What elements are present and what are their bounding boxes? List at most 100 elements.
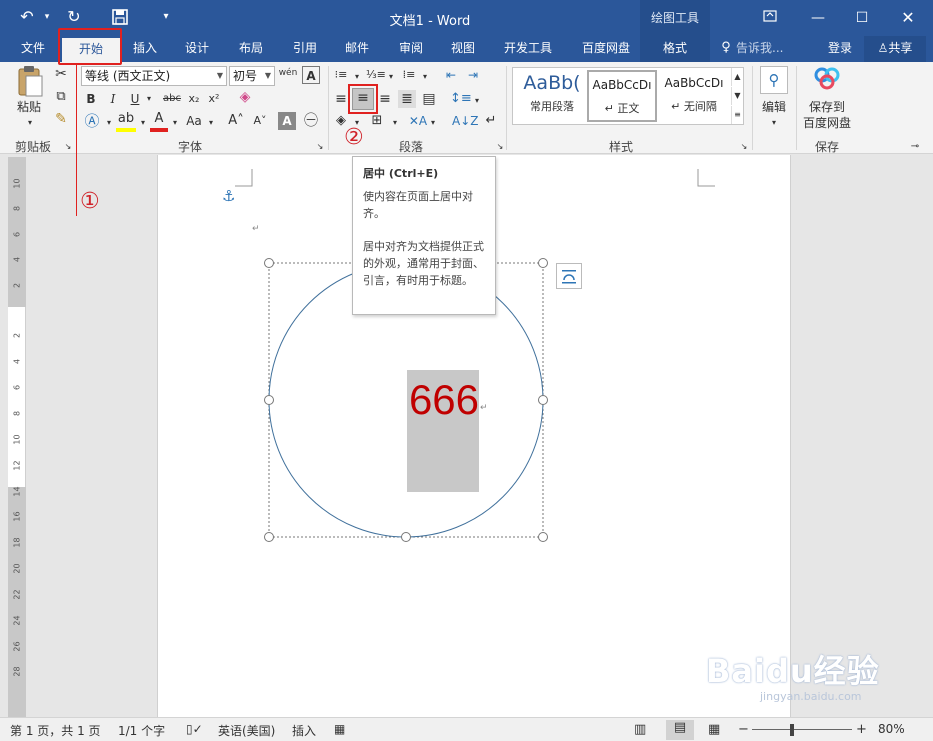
share-button[interactable]: ♙共享 xyxy=(864,36,926,62)
font-color-dropdown-icon[interactable]: ▾ xyxy=(170,114,180,132)
subscript-icon[interactable]: x₂ xyxy=(186,90,202,108)
save-to-baidu-line2[interactable]: 百度网盘 xyxy=(800,114,854,132)
character-border-icon[interactable]: A xyxy=(302,66,320,84)
zoom-in-icon[interactable]: + xyxy=(856,722,867,737)
style-common-paragraph[interactable]: AaBb( 常用段落 xyxy=(517,70,587,122)
find-icon[interactable]: ⚲ xyxy=(760,66,788,94)
bullets-icon[interactable]: ⁝≡ xyxy=(332,66,350,84)
baidu-cloud-icon[interactable] xyxy=(812,66,842,94)
paste-dropdown-icon[interactable]: ▾ xyxy=(22,114,38,132)
minimize-icon[interactable]: — xyxy=(806,8,830,28)
resize-handle[interactable] xyxy=(401,532,411,542)
increase-indent-icon[interactable]: ⇥ xyxy=(464,66,482,84)
tab-design[interactable]: 设计 xyxy=(176,36,218,62)
web-layout-icon[interactable]: ▦ xyxy=(708,722,720,737)
tab-layout[interactable]: 布局 xyxy=(230,36,272,62)
multilevel-dropdown-icon[interactable]: ▾ xyxy=(420,68,430,86)
maximize-icon[interactable]: ☐ xyxy=(850,8,874,28)
insert-mode[interactable]: 插入 xyxy=(292,722,316,739)
zoom-out-icon[interactable]: − xyxy=(738,722,749,737)
borders-icon[interactable]: ⊞ xyxy=(368,112,386,130)
shape-text[interactable]: 666 xyxy=(407,375,481,425)
save-icon[interactable] xyxy=(108,6,132,28)
sign-in-link[interactable]: 登录 xyxy=(820,36,860,62)
tab-format[interactable]: 格式 xyxy=(640,36,710,62)
font-launcher-icon[interactable]: ↘ xyxy=(314,138,326,156)
enclose-characters-icon[interactable]: ㊀ xyxy=(302,112,320,130)
line-spacing-icon[interactable]: ↕≡ xyxy=(450,90,472,108)
styles-more-icon[interactable]: ≡ xyxy=(731,106,743,124)
superscript-icon[interactable]: x² xyxy=(206,90,222,108)
resize-handle[interactable] xyxy=(538,532,548,542)
show-marks-icon[interactable]: ↵ xyxy=(482,112,500,130)
style-normal[interactable]: AaBbCcDı ↵ 正文 xyxy=(587,70,657,122)
zoom-slider-thumb[interactable] xyxy=(790,724,794,736)
align-right-icon[interactable]: ≡ xyxy=(376,90,394,108)
styles-scroll-down-icon[interactable]: ▼ xyxy=(731,87,743,105)
zoom-slider[interactable] xyxy=(752,729,852,730)
text-effects-dropdown-icon[interactable]: ▾ xyxy=(104,114,114,132)
bold-icon[interactable]: B xyxy=(84,90,98,108)
undo-dropdown-icon[interactable]: ▾ xyxy=(42,6,52,28)
italic-icon[interactable]: I xyxy=(106,90,120,108)
resize-handle[interactable] xyxy=(538,395,548,405)
phonetic-guide-icon[interactable]: wén xyxy=(278,64,298,82)
numbering-dropdown-icon[interactable]: ▾ xyxy=(386,68,396,86)
language[interactable]: 英语(美国) xyxy=(218,722,275,739)
resize-handle[interactable] xyxy=(264,258,274,268)
ribbon-display-options-icon[interactable] xyxy=(758,8,782,28)
cut-icon[interactable]: ✂ xyxy=(52,65,70,83)
font-color-icon[interactable]: A xyxy=(150,110,168,132)
font-name-combo[interactable]: 等线 (西文正文) ▼ xyxy=(81,66,227,86)
character-shading-icon[interactable]: A xyxy=(278,112,296,130)
word-count[interactable]: 1/1 个字 xyxy=(118,722,165,739)
customize-quick-access-icon[interactable]: ▾ xyxy=(156,6,176,28)
styles-scroll-up-icon[interactable]: ▲ xyxy=(731,68,743,86)
underline-icon[interactable]: U xyxy=(128,90,142,108)
page-count[interactable]: 第 1 页，共 1 页 xyxy=(10,722,101,739)
zoom-level[interactable]: 80% xyxy=(878,722,905,736)
text-direction-dropdown-icon[interactable]: ▾ xyxy=(428,114,438,132)
text-effects-icon[interactable]: Ⓐ xyxy=(84,112,100,130)
borders-dropdown-icon[interactable]: ▾ xyxy=(390,114,400,132)
text-direction-icon[interactable]: ✕A xyxy=(408,112,428,130)
vertical-ruler[interactable]: 10 8 6 4 2 2 4 6 8 10 12 14 16 18 20 22 24 26 28 xyxy=(8,157,26,717)
layout-options-icon[interactable] xyxy=(556,263,582,289)
font-size-combo[interactable]: 初号 ▼ xyxy=(229,66,275,86)
styles-launcher-icon[interactable]: ↘ xyxy=(738,138,750,156)
change-case-icon[interactable]: Aa xyxy=(184,112,204,130)
tab-developer[interactable]: 开发工具 xyxy=(496,36,560,62)
tab-file[interactable]: 文件 xyxy=(12,36,54,62)
highlight-dropdown-icon[interactable]: ▾ xyxy=(138,114,148,132)
undo-icon[interactable]: ↶ xyxy=(14,6,40,28)
proofing-icon[interactable]: ▯✓ xyxy=(186,722,203,736)
justify-icon[interactable]: ≣ xyxy=(398,90,416,108)
resize-handle[interactable] xyxy=(538,258,548,268)
tab-baidu-netdisk[interactable]: 百度网盘 xyxy=(574,36,638,62)
distributed-icon[interactable]: ▤ xyxy=(420,90,438,108)
redo-icon[interactable]: ↻ xyxy=(62,6,86,28)
sort-icon[interactable]: A↓Z xyxy=(452,112,478,130)
change-case-dropdown-icon[interactable]: ▾ xyxy=(206,114,216,132)
grow-font-icon[interactable]: A˄ xyxy=(228,112,244,130)
multilevel-list-icon[interactable]: ⁞≡ xyxy=(400,66,418,84)
tab-mailings[interactable]: 邮件 xyxy=(336,36,378,62)
tell-me-input[interactable]: 告诉我... xyxy=(736,36,796,62)
close-icon[interactable]: ✕ xyxy=(896,8,920,28)
tab-references[interactable]: 引用 xyxy=(284,36,326,62)
numbering-icon[interactable]: ⅓≡ xyxy=(366,66,386,84)
resize-handle[interactable] xyxy=(264,532,274,542)
tab-review[interactable]: 审阅 xyxy=(390,36,432,62)
strikethrough-icon[interactable]: abc xyxy=(160,90,184,108)
underline-dropdown-icon[interactable]: ▾ xyxy=(144,90,154,108)
pin-ribbon-icon[interactable]: ⊸ xyxy=(908,138,922,156)
tab-insert[interactable]: 插入 xyxy=(124,36,166,62)
shrink-font-icon[interactable]: A˅ xyxy=(252,112,268,130)
clear-formatting-icon[interactable]: ◈ xyxy=(236,88,254,106)
editing-dropdown-icon[interactable]: ▾ xyxy=(768,114,780,132)
resize-handle[interactable] xyxy=(264,395,274,405)
macro-recording-icon[interactable]: ▦ xyxy=(334,722,345,736)
tab-view[interactable]: 视图 xyxy=(442,36,484,62)
decrease-indent-icon[interactable]: ⇤ xyxy=(442,66,460,84)
line-spacing-dropdown-icon[interactable]: ▾ xyxy=(472,92,482,110)
